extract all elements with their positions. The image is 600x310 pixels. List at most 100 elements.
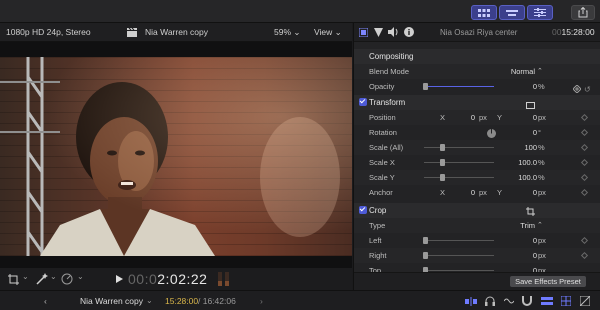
crop-left-knob[interactable] [423, 237, 428, 244]
scale-y-value[interactable]: 100.0 [518, 170, 537, 185]
anchor-y-unit: px [538, 188, 546, 197]
crop-right-value[interactable]: 0 [533, 248, 537, 263]
back-chevron-icon[interactable]: ‹ [44, 291, 47, 310]
crop-enable-checkbox[interactable] [359, 206, 367, 214]
share-button[interactable] [571, 5, 595, 20]
chevron-down-icon: ⌄ [22, 272, 29, 281]
skimming-icon [465, 297, 477, 306]
chevron-down-icon: ⌄ [77, 272, 84, 281]
keyframe-icon[interactable] [580, 143, 589, 152]
opacity-value[interactable]: 0 [533, 79, 537, 94]
opacity-row: Opacity 0 % ↺ [354, 79, 600, 94]
crop-type-row: Type Trim ⌃ [354, 218, 600, 233]
timecode-value: 2:02:22 [157, 271, 208, 287]
effects-browser-button[interactable] [560, 295, 572, 308]
browser-toggle-button[interactable] [471, 5, 497, 20]
keyframe-icon[interactable] [580, 173, 589, 182]
timeline-toggle-button[interactable] [499, 5, 525, 20]
crop-left-unit: px [538, 236, 546, 245]
skimming-toggle[interactable] [465, 297, 477, 308]
keyframe-icon[interactable] [580, 158, 589, 167]
clip-appearance-button[interactable] [541, 297, 553, 307]
chevron-updown-icon: ⌃ [537, 222, 543, 229]
scale-y-knob[interactable] [440, 174, 445, 181]
view-menu-label: View [314, 27, 333, 37]
transform-enable-checkbox[interactable] [359, 98, 367, 106]
zoom-menu[interactable]: 59% ⌄ [274, 23, 301, 42]
view-menu[interactable]: View ⌄ [314, 23, 342, 42]
anchor-row: Anchor X 0 px Y 0 px [354, 185, 600, 200]
crop-right-label: Right [369, 251, 387, 260]
transitions-browser-button[interactable] [579, 295, 591, 308]
scale-all-slider[interactable] [424, 147, 494, 148]
keyframe-icon[interactable] [580, 236, 589, 245]
snapping-toggle[interactable] [522, 296, 532, 308]
position-x-value[interactable]: 0 [471, 110, 475, 125]
keyframe-icon[interactable] [580, 113, 589, 122]
inspector-header: Nia Osazi Riya center 0015:28:00 [354, 23, 600, 42]
position-y-unit: px [538, 113, 546, 122]
crop-section-header[interactable]: Crop [354, 203, 600, 218]
scale-all-value[interactable]: 100 [524, 140, 537, 155]
clapper-icon [127, 27, 137, 39]
position-label: Position [369, 113, 396, 122]
compositing-section-header[interactable]: Compositing [354, 49, 600, 64]
blend-mode-popup[interactable]: Normal [511, 64, 535, 79]
play-icon [116, 275, 123, 283]
scale-x-slider[interactable] [424, 162, 494, 163]
zoom-value: 59% [274, 27, 292, 37]
audio-skimming-toggle[interactable] [485, 296, 495, 308]
crop-type-value: Trim [520, 221, 535, 230]
headphones-icon [485, 296, 495, 306]
info-inspector-tab[interactable] [404, 27, 414, 39]
inspector-clip-name: Nia Osazi Riya center [440, 28, 518, 37]
scale-x-knob[interactable] [440, 159, 445, 166]
crop-top-slider[interactable] [424, 270, 494, 271]
forward-chevron-icon[interactable]: › [260, 291, 263, 310]
anchor-x-value[interactable]: 0 [471, 185, 475, 200]
keyframe-icon[interactable] [580, 188, 589, 197]
save-effects-preset-button[interactable]: Save Effects Preset [510, 276, 586, 287]
viewer-clip-title: Nia Warren copy [145, 27, 208, 37]
rotation-value[interactable]: 0 [533, 125, 537, 140]
crop-type-popup[interactable]: Trim [520, 218, 535, 233]
crop-right-slider[interactable] [424, 255, 494, 256]
opacity-slider-knob[interactable] [423, 83, 428, 90]
timeline-current-time: 15:28:00 [165, 296, 199, 306]
inspector-toggle-button[interactable] [527, 5, 553, 20]
position-y-value[interactable]: 0 [533, 110, 537, 125]
scale-all-knob[interactable] [440, 144, 445, 151]
speed-button[interactable] [61, 273, 73, 287]
crop-left-value[interactable]: 0 [533, 233, 537, 248]
audio-meter-icon [216, 272, 232, 288]
play-button[interactable] [116, 275, 123, 285]
enhance-button[interactable] [36, 273, 48, 287]
opacity-slider[interactable] [424, 86, 494, 87]
transform-section-header[interactable]: Transform [354, 95, 600, 110]
solo-toggle[interactable] [503, 297, 515, 307]
keyframe-icon[interactable] [580, 251, 589, 260]
film-icon [358, 27, 369, 38]
blend-mode-label: Blend Mode [369, 67, 410, 76]
blend-mode-value: Normal [510, 67, 535, 76]
crop-right-knob[interactable] [423, 252, 428, 259]
crop-left-label: Left [369, 236, 382, 245]
timeline-icon [506, 9, 518, 16]
scale-x-value[interactable]: 100.0 [518, 155, 537, 170]
keyframe-icon[interactable] [580, 128, 589, 137]
video-inspector-tab[interactable] [358, 27, 369, 39]
anchor-y-value[interactable]: 0 [533, 185, 537, 200]
viewer-letterbox-top [0, 42, 352, 57]
transform-tool-button[interactable] [8, 274, 19, 287]
crop-left-slider[interactable] [424, 240, 494, 241]
anchor-x-label: X [440, 188, 446, 197]
scale-y-slider[interactable] [424, 177, 494, 178]
project-name[interactable]: Nia Warren copy [80, 291, 143, 310]
blend-mode-row: Blend Mode Normal ⌃ [354, 64, 600, 79]
timecode-display: 00:02:02:22 [128, 271, 207, 287]
color-inspector-tab[interactable] [374, 28, 383, 39]
crop-left-row: Left 0 px [354, 233, 600, 248]
magic-wand-icon [36, 273, 48, 285]
audio-inspector-tab[interactable] [388, 27, 399, 39]
chevron-down-icon: ⌄ [146, 296, 153, 305]
